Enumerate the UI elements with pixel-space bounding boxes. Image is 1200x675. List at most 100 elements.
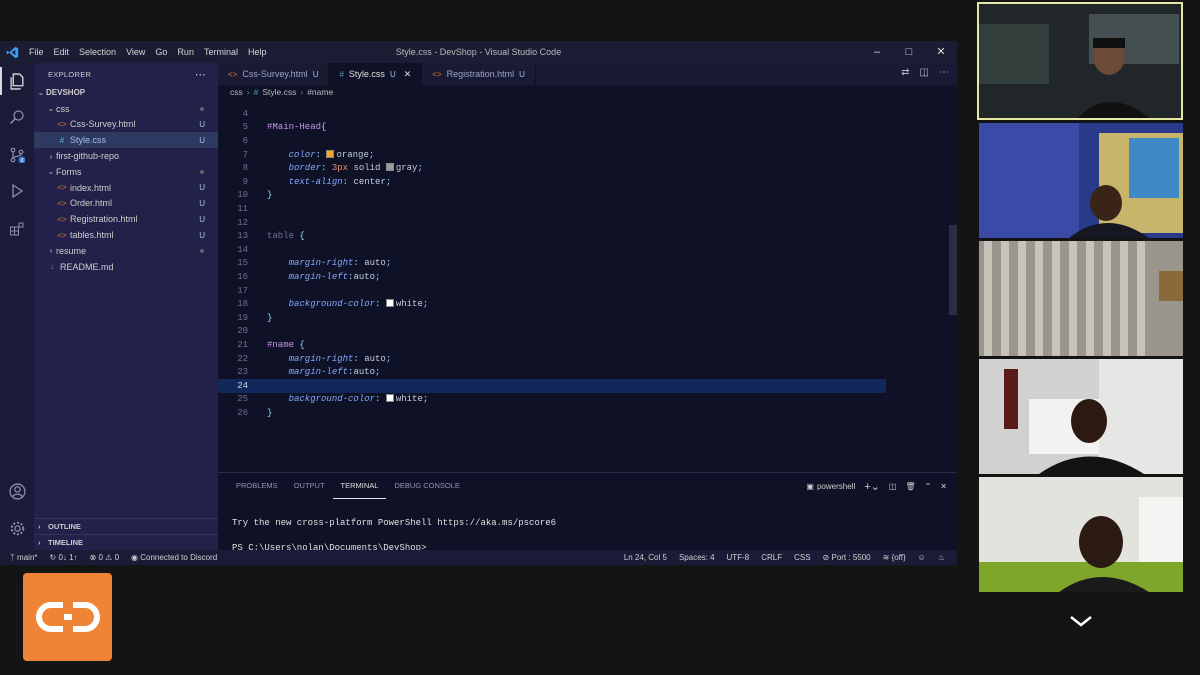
code-line[interactable]: 12 xyxy=(218,216,886,230)
tree-item[interactable]: › first-github-repo xyxy=(34,148,218,164)
tree-item[interactable]: # Style.css U xyxy=(34,132,218,149)
outline-section[interactable]: › OUTLINE xyxy=(34,518,218,534)
tree-item[interactable]: <> Registration.html U xyxy=(34,211,218,227)
maximize-icon[interactable]: □ xyxy=(893,41,925,63)
code-line[interactable]: 8 border: 3px solid gray; xyxy=(218,161,886,175)
menu-edit[interactable]: Edit xyxy=(49,47,75,57)
menu-terminal[interactable]: Terminal xyxy=(199,47,243,57)
sync-indicator[interactable]: ↻ 0↓ 1↑ xyxy=(50,553,78,562)
tree-item[interactable]: ⌄ Forms xyxy=(34,164,218,180)
search-icon[interactable] xyxy=(7,107,27,127)
editor-scrollbar[interactable] xyxy=(949,225,957,315)
breadcrumb-symbol[interactable]: #name xyxy=(307,87,333,97)
editor-tab[interactable]: <> Css-Survey.html U xyxy=(218,63,330,85)
color-swatch[interactable] xyxy=(385,299,394,308)
code-line[interactable]: 19} xyxy=(218,311,886,325)
code-line[interactable]: 7 color: orange; xyxy=(218,148,886,162)
webcam-tile-5[interactable] xyxy=(979,477,1183,592)
split-editor-icon[interactable]: ◫ xyxy=(920,67,929,78)
indent-setting[interactable]: Spaces: 4 xyxy=(679,553,715,562)
trash-icon[interactable]: 🗑 xyxy=(905,482,915,491)
encoding[interactable]: UTF-8 xyxy=(727,553,750,562)
editor-tab[interactable]: # Style.css U ✕ xyxy=(329,63,423,85)
timeline-section[interactable]: › TIMELINE xyxy=(34,534,218,550)
webcam-tile-4[interactable] xyxy=(979,359,1183,474)
terminal-selector[interactable]: ▣ powershell xyxy=(806,482,855,491)
branch-indicator[interactable]: ᛉ main* xyxy=(10,553,38,562)
open-changes-icon[interactable]: ⇄ xyxy=(901,67,909,78)
code-line[interactable]: 11 xyxy=(218,202,886,216)
webcam-tile-2[interactable] xyxy=(979,123,1183,238)
webcam-tile-3[interactable] xyxy=(979,241,1183,356)
cursor-position[interactable]: Ln 24, Col 5 xyxy=(624,553,667,562)
more-actions-icon[interactable]: ⋯ xyxy=(939,67,949,78)
menu-file[interactable]: File xyxy=(24,47,49,57)
code-line[interactable]: 20 xyxy=(218,325,886,339)
code-line[interactable]: 10} xyxy=(218,189,886,203)
problems-indicator[interactable]: ⊗ 0 ⚠ 0 xyxy=(90,553,119,562)
more-actions-icon[interactable]: ⋯ xyxy=(195,68,206,81)
color-swatch[interactable] xyxy=(326,149,335,158)
account-icon[interactable] xyxy=(7,481,27,501)
code-line[interactable]: 17 xyxy=(218,284,886,298)
tree-item[interactable]: <> tables.html U xyxy=(34,227,218,243)
run-debug-icon[interactable] xyxy=(7,181,27,201)
breadcrumb-file[interactable]: Style.css xyxy=(262,87,296,97)
notifications-bell-icon[interactable]: ♨ xyxy=(938,553,945,562)
discord-status[interactable]: ◉ Connected to Discord xyxy=(131,553,217,562)
panel-tab[interactable]: PROBLEMS xyxy=(228,473,286,499)
tree-item[interactable]: › resume xyxy=(34,243,218,259)
close-tab-icon[interactable]: ✕ xyxy=(404,69,412,80)
code-line[interactable]: 25 background-color: white; xyxy=(218,393,886,407)
tree-item[interactable]: <> index.html U xyxy=(34,180,218,196)
code-line[interactable]: 26} xyxy=(218,406,886,420)
code-line[interactable]: 5 #Main-Head{ xyxy=(218,121,886,135)
extensions-icon[interactable] xyxy=(7,219,27,239)
tree-item[interactable]: <> Css-Survey.html U xyxy=(34,117,218,133)
panel-tab[interactable]: DEBUG CONSOLE xyxy=(386,473,467,499)
tree-item[interactable]: <> Order.html U xyxy=(34,196,218,212)
menu-run[interactable]: Run xyxy=(172,47,199,57)
code-line[interactable]: 22 margin-right: auto; xyxy=(218,352,886,366)
code-line[interactable]: 14 xyxy=(218,243,886,257)
split-terminal-icon[interactable]: ◫ xyxy=(889,482,897,491)
language-mode[interactable]: CSS xyxy=(794,553,810,562)
workspace-root[interactable]: ⌄ DEVSHOP xyxy=(34,85,218,101)
chevron-down-icon[interactable] xyxy=(1068,614,1094,633)
menu-selection[interactable]: Selection xyxy=(74,47,121,57)
code-line[interactable]: 16 margin-left:auto; xyxy=(218,270,886,284)
off-toggle[interactable]: ≋ {off} xyxy=(883,553,906,562)
close-panel-icon[interactable]: ✕ xyxy=(940,482,947,491)
new-terminal-icon[interactable]: +⌄ xyxy=(864,480,880,493)
code-line[interactable]: 13 table { xyxy=(218,229,886,243)
panel-tab[interactable]: OUTPUT xyxy=(286,473,333,499)
close-window-icon[interactable]: ✕ xyxy=(925,41,957,63)
breadcrumb-folder[interactable]: css xyxy=(230,87,243,97)
code-line[interactable]: 23 margin-left:auto; xyxy=(218,365,886,379)
code-line[interactable]: 15 margin-right: auto; xyxy=(218,257,886,271)
tree-item[interactable]: ⌄ css xyxy=(34,101,218,117)
settings-gear-icon[interactable] xyxy=(7,518,27,538)
code-line[interactable]: 21 #name { xyxy=(218,338,886,352)
minimize-icon[interactable]: – xyxy=(861,41,893,63)
code-line[interactable]: 18 background-color: white; xyxy=(218,297,886,311)
live-server-port[interactable]: ⊘ Port : 5500 xyxy=(823,553,871,562)
color-swatch[interactable] xyxy=(385,394,394,403)
code-line[interactable]: 9 text-align: center; xyxy=(218,175,886,189)
menu-help[interactable]: Help xyxy=(243,47,272,57)
feedback-icon[interactable]: ☺ xyxy=(918,553,926,562)
line-endings[interactable]: CRLF xyxy=(761,553,782,562)
code-line[interactable]: 6 xyxy=(218,134,886,148)
code-editor[interactable]: 4 5 #Main-Head{6 7 color: orange; 8 border: … xyxy=(218,107,957,471)
code-line[interactable]: 24 xyxy=(218,379,886,393)
webcam-tile-1[interactable] xyxy=(977,2,1183,120)
explorer-icon[interactable] xyxy=(0,67,27,95)
tree-item[interactable]: ↓ README.md xyxy=(34,259,218,275)
menu-go[interactable]: Go xyxy=(150,47,172,57)
menu-view[interactable]: View xyxy=(121,47,150,57)
editor-tab[interactable]: <> Registration.html U xyxy=(422,63,536,85)
code-line[interactable]: 4 xyxy=(218,107,886,121)
chevron-up-icon[interactable]: ⌃ xyxy=(925,482,932,491)
panel-tab[interactable]: TERMINAL xyxy=(332,473,387,499)
color-swatch[interactable] xyxy=(385,163,394,172)
